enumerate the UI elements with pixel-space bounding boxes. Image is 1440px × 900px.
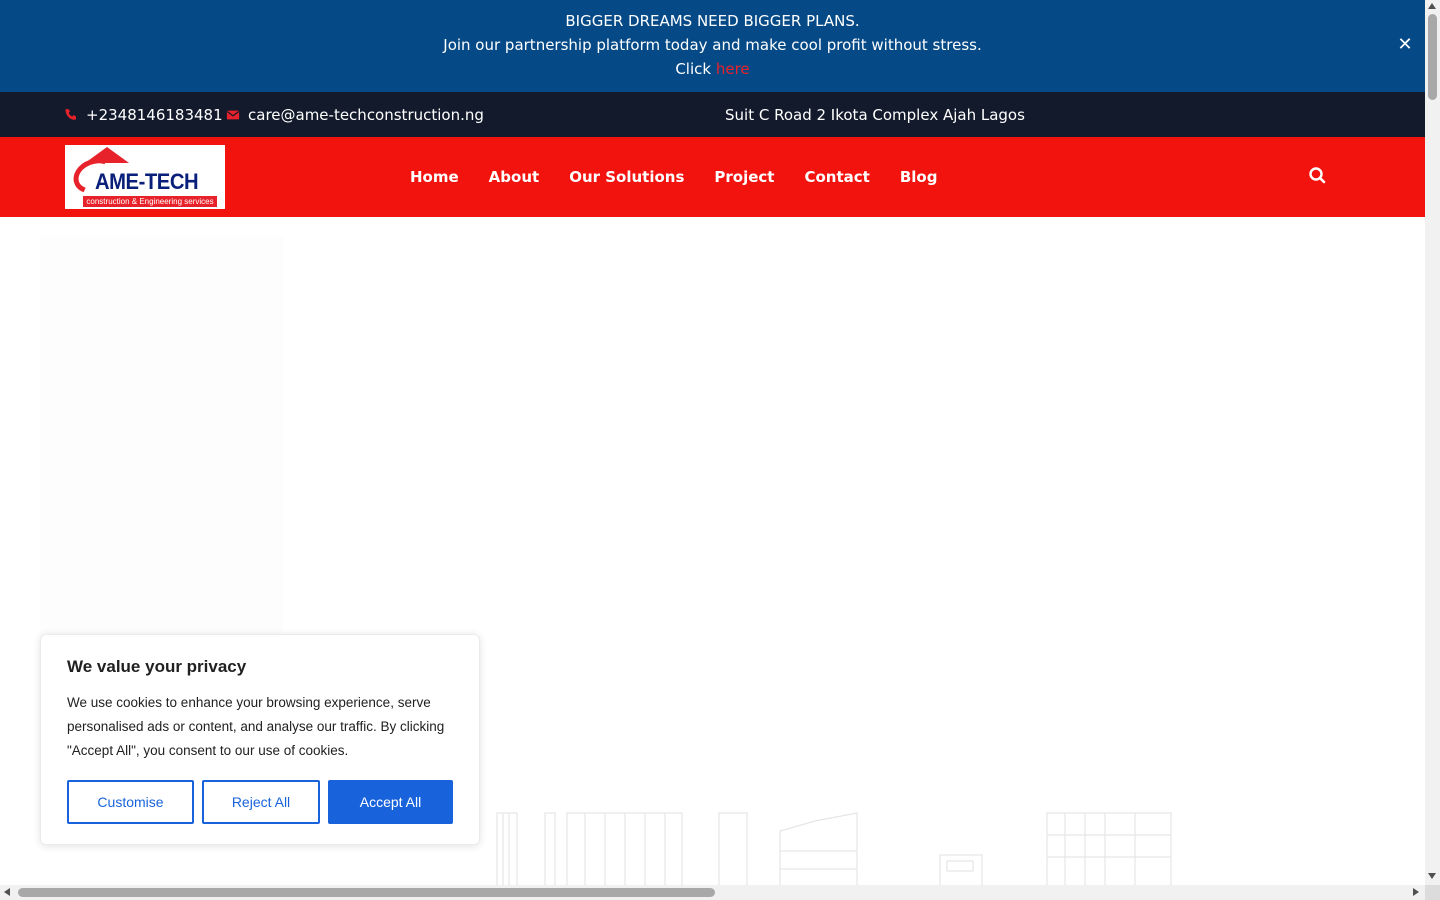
cookie-actions: Customise Reject All Accept All — [67, 780, 453, 824]
nav-item-project[interactable]: Project — [699, 168, 789, 186]
accept-all-button[interactable]: Accept All — [328, 780, 453, 824]
cookie-title: We value your privacy — [67, 657, 247, 676]
announcement-link[interactable]: here — [716, 60, 750, 78]
page: BIGGER DREAMS NEED BIGGER PLANS. Join ou… — [0, 0, 1440, 900]
customise-button[interactable]: Customise — [67, 780, 194, 824]
horizontal-scroll-thumb[interactable] — [18, 888, 715, 897]
search-icon[interactable] — [1307, 165, 1329, 187]
logo-brand: AME-TECH — [95, 169, 199, 194]
nav-menu: Home About Our Solutions Project Contact… — [395, 137, 952, 217]
scrollbar-corner — [1425, 885, 1440, 900]
nav-item-home[interactable]: Home — [395, 168, 474, 186]
skyline-illustration — [496, 812, 1172, 887]
cookie-consent-dialog: We value your privacy We use cookies to … — [40, 634, 480, 845]
cookie-body: We use cookies to enhance your browsing … — [67, 695, 445, 758]
scroll-right-arrow-icon[interactable] — [1413, 888, 1419, 896]
vertical-scroll-thumb[interactable] — [1428, 14, 1437, 100]
contact-bar: +2348146183481 care@ame-techconstruction… — [0, 92, 1425, 137]
nav-item-blog[interactable]: Blog — [885, 168, 953, 186]
vertical-scrollbar[interactable] — [1425, 0, 1440, 885]
address-text: Suit C Road 2 Ikota Complex Ajah Lagos — [725, 105, 1025, 124]
nav-item-about[interactable]: About — [474, 168, 555, 186]
announcement-banner: BIGGER DREAMS NEED BIGGER PLANS. Join ou… — [0, 0, 1425, 92]
close-icon[interactable]: ✕ — [1395, 33, 1415, 57]
announcement-click-prefix: Click — [675, 60, 716, 78]
phone-icon — [65, 108, 77, 120]
contact-email[interactable]: care@ame-techconstruction.ng — [226, 92, 484, 137]
email-address: care@ame-techconstruction.ng — [248, 105, 484, 124]
reject-all-button[interactable]: Reject All — [202, 780, 320, 824]
announcement-headline: BIGGER DREAMS NEED BIGGER PLANS. — [565, 12, 860, 30]
scroll-up-arrow-icon[interactable] — [1428, 3, 1436, 9]
envelope-icon — [226, 110, 240, 119]
announcement-text: Join our partnership platform today and … — [443, 36, 982, 54]
contact-address: Suit C Road 2 Ikota Complex Ajah Lagos — [725, 92, 1025, 137]
hero-panel — [40, 237, 283, 637]
contact-phone[interactable]: +2348146183481 — [64, 92, 223, 137]
phone-number: +2348146183481 — [86, 105, 223, 124]
main-navigation: AME-TECH construction & Engineering serv… — [0, 137, 1425, 217]
site-logo[interactable]: AME-TECH construction & Engineering serv… — [65, 145, 225, 209]
horizontal-scrollbar[interactable] — [0, 885, 1425, 900]
scroll-down-arrow-icon[interactable] — [1428, 873, 1436, 879]
scroll-left-arrow-icon[interactable] — [4, 888, 10, 896]
nav-item-contact[interactable]: Contact — [789, 168, 884, 186]
nav-item-our-solutions[interactable]: Our Solutions — [554, 168, 699, 186]
logo-tagline: construction & Engineering services — [83, 196, 217, 207]
announcement-cta: Click here — [0, 57, 1425, 81]
